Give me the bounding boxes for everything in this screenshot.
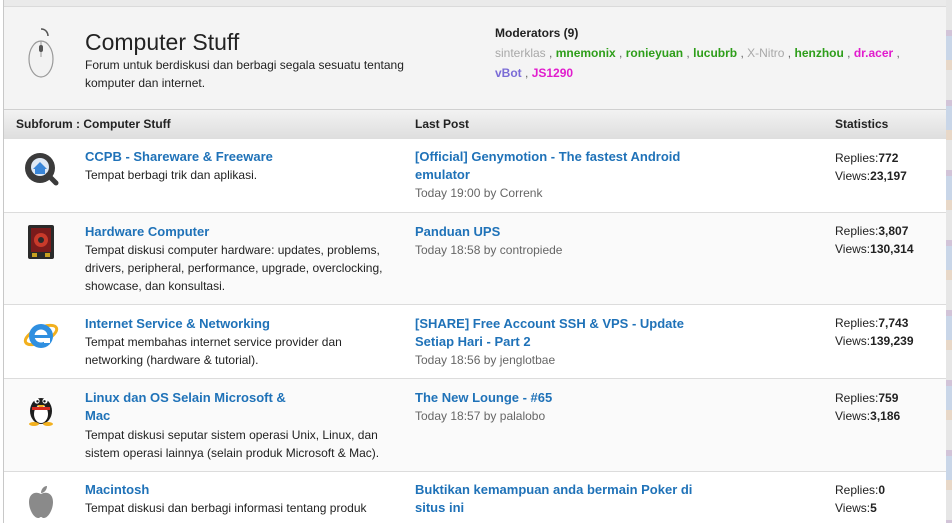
moderator-separator: , [521,66,532,80]
statistics: Replies:759 Views:3,186 [835,389,900,425]
moderator-link[interactable]: mnemonix [556,46,616,60]
last-post-meta: Today 19:00 by Correnk [415,184,542,202]
subforum-description: Tempat membahas internet service provide… [85,335,342,367]
moderators-box: Moderators (9) sinterklas , mnemonix , r… [495,23,915,83]
column-statistics: Statistics [835,117,889,131]
last-post-link[interactable]: [Official] Genymotion - The fastest Andr… [415,148,705,184]
subforum-row: Linux dan OS Selain Microsoft & Mac Temp… [4,379,946,472]
subforum-row: Internet Service & Networking Tempat mem… [4,305,946,379]
subforum-description: Tempat diskusi seputar sistem operasi Un… [85,428,380,460]
replies-count: 3,807 [878,224,909,238]
subforum-title-link[interactable]: CCPB - Shareware & Freeware [85,148,315,166]
replies-count: 7,743 [878,316,909,330]
statistics: Replies:0 Views:5 [835,481,885,517]
views-count: 5 [870,501,877,515]
by-label: by [483,186,497,200]
by-label: by [483,353,497,367]
views-count: 130,314 [870,242,914,256]
linux-penguin-icon [29,398,53,426]
subforum-title-link[interactable]: Macintosh [85,481,315,499]
moderator-separator: , [843,46,854,60]
forum-title: Computer Stuff [85,29,240,55]
hardware-icon [28,225,54,259]
last-post-user-link[interactable]: Correnk [500,186,543,200]
replies-count: 759 [878,391,899,405]
last-post-link[interactable]: The New Lounge - #65 [415,389,705,407]
moderator-separator: , [545,46,556,60]
column-subforum: Subforum : Computer Stuff [16,117,171,131]
by-label: by [483,409,497,423]
last-post-user-link[interactable]: jenglotbae [500,353,555,367]
last-post-link[interactable]: [SHARE] Free Account SSH & VPS - Update … [415,315,705,351]
apple-icon [29,486,53,518]
replies-label: Replies: [835,224,879,238]
computer-mouse-icon [28,28,54,78]
replies-count: 772 [878,151,899,165]
subforum-title-link[interactable]: Linux dan OS Selain Microsoft & Mac [85,389,305,425]
moderator-link[interactable]: vBot [495,66,522,80]
views-count: 23,197 [870,169,907,183]
last-post-time: Today 18:57 [415,409,481,423]
moderator-separator: , [683,46,694,60]
subforum-description: Tempat diskusi dan berbagi informasi ten… [85,501,367,515]
ccpb-icon [25,153,59,186]
moderator-separator: , [615,46,626,60]
subforum-title-link[interactable]: Hardware Computer [85,223,315,241]
top-border [4,0,946,7]
views-label: Views: [835,501,871,515]
last-post-meta: Today 18:57 by palalobo [415,407,545,425]
statistics: Replies:7,743 Views:139,239 [835,314,914,350]
forum-panel: Computer Stuff Forum untuk berdiskusi da… [3,0,947,523]
moderators-heading: Moderators (9) [495,26,579,40]
last-post-time: Today 19:00 [415,186,481,200]
forum-header: Computer Stuff Forum untuk berdiskusi da… [4,7,946,109]
moderators-list: sinterklas , mnemonix , ronieyuan , lucu… [495,43,915,83]
moderator-link[interactable]: ronieyuan [626,46,683,60]
replies-label: Replies: [835,391,879,405]
by-label: by [483,243,497,257]
statistics: Replies:772 Views:23,197 [835,149,907,185]
replies-count: 0 [878,483,886,497]
moderator-link[interactable]: JS1290 [532,66,573,80]
replies-label: Replies: [835,483,879,497]
views-label: Views: [835,242,871,256]
moderator-link[interactable]: henzhou [794,46,843,60]
moderator-link[interactable]: X-Nitro [747,46,784,60]
views-count: 139,239 [870,334,914,348]
internet-explorer-icon [23,323,59,348]
subforum-row: Hardware Computer Tempat diskusi compute… [4,213,946,305]
last-post-link[interactable]: Panduan UPS [415,223,705,241]
last-post-user-link[interactable]: palalobo [500,409,545,423]
moderator-link[interactable]: dr.acer [854,46,893,60]
last-post-time: Today 18:56 [415,353,481,367]
subforum-row: Macintosh Tempat diskusi dan berbagi inf… [4,472,946,523]
views-label: Views: [835,334,871,348]
forum-description: Forum untuk berdiskusi dan berbagi segal… [85,58,404,90]
subforum-title-link[interactable]: Internet Service & Networking [85,315,315,333]
subforum-description: Tempat diskusi computer hardware: update… [85,243,383,293]
views-label: Views: [835,169,871,183]
moderator-link[interactable]: lucubrb [693,46,737,60]
table-header: Subforum : Computer Stuff Last Post Stat… [4,109,946,140]
last-post-meta: Today 18:58 by contropiede [415,241,562,259]
moderator-link[interactable]: sinterklas [495,46,546,60]
column-last-post: Last Post [415,117,470,131]
moderator-separator: , [737,46,748,60]
statistics: Replies:3,807 Views:130,314 [835,222,914,258]
moderator-separator: , [893,46,900,60]
last-post-meta: Today 18:56 by jenglotbae [415,351,555,369]
replies-label: Replies: [835,316,879,330]
views-count: 3,186 [870,409,901,423]
last-post-link[interactable]: Buktikan kemampuan anda bermain Poker di… [415,481,705,517]
page-edge-strip [946,0,952,523]
last-post-time: Today 18:58 [415,243,481,257]
last-post-user-link[interactable]: contropiede [500,243,563,257]
views-label: Views: [835,409,871,423]
subforum-description: Tempat berbagi trik dan aplikasi. [85,168,258,182]
subforum-row: CCPB - Shareware & Freeware Tempat berba… [4,139,946,213]
replies-label: Replies: [835,151,879,165]
moderator-separator: , [784,46,795,60]
